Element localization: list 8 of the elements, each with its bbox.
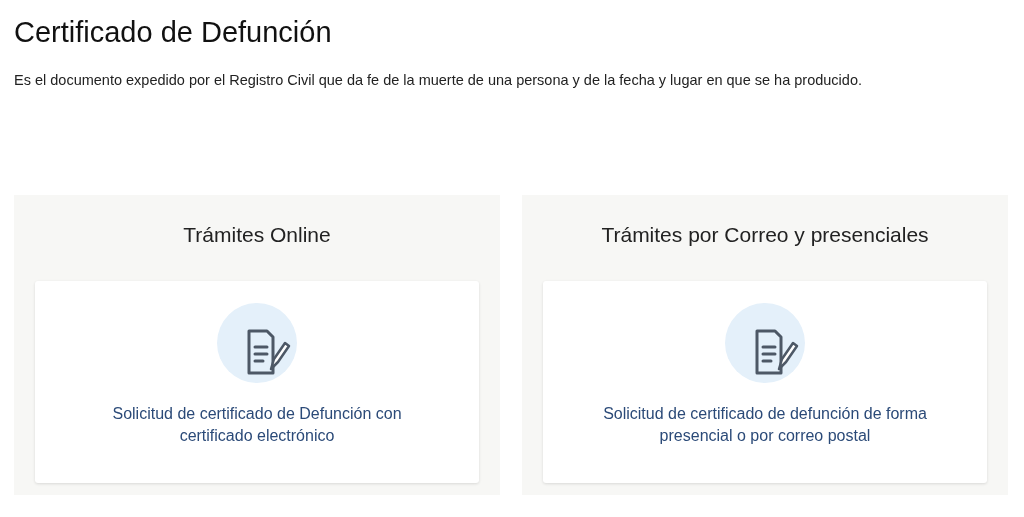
section-heading: Trámites Online	[183, 222, 331, 248]
page-title: Certificado de Defunción	[14, 15, 333, 50]
procedure-link[interactable]: Solicitud de certificado de Defunción con certificado electrónico	[87, 403, 427, 447]
description: Es el documento expedido por el Registro Civil que da fe de la muerte de una persona y de la fecha y lugar en que se ha producido.	[14, 71, 863, 90]
procedure-link[interactable]: Solicitud de certificado de defunción de forma presencial o por correo postal	[595, 403, 935, 447]
section-heading: Trámites por Correo y presenciales	[601, 222, 929, 248]
document-pen-icon	[217, 303, 297, 383]
document-pen-icon	[725, 303, 805, 383]
